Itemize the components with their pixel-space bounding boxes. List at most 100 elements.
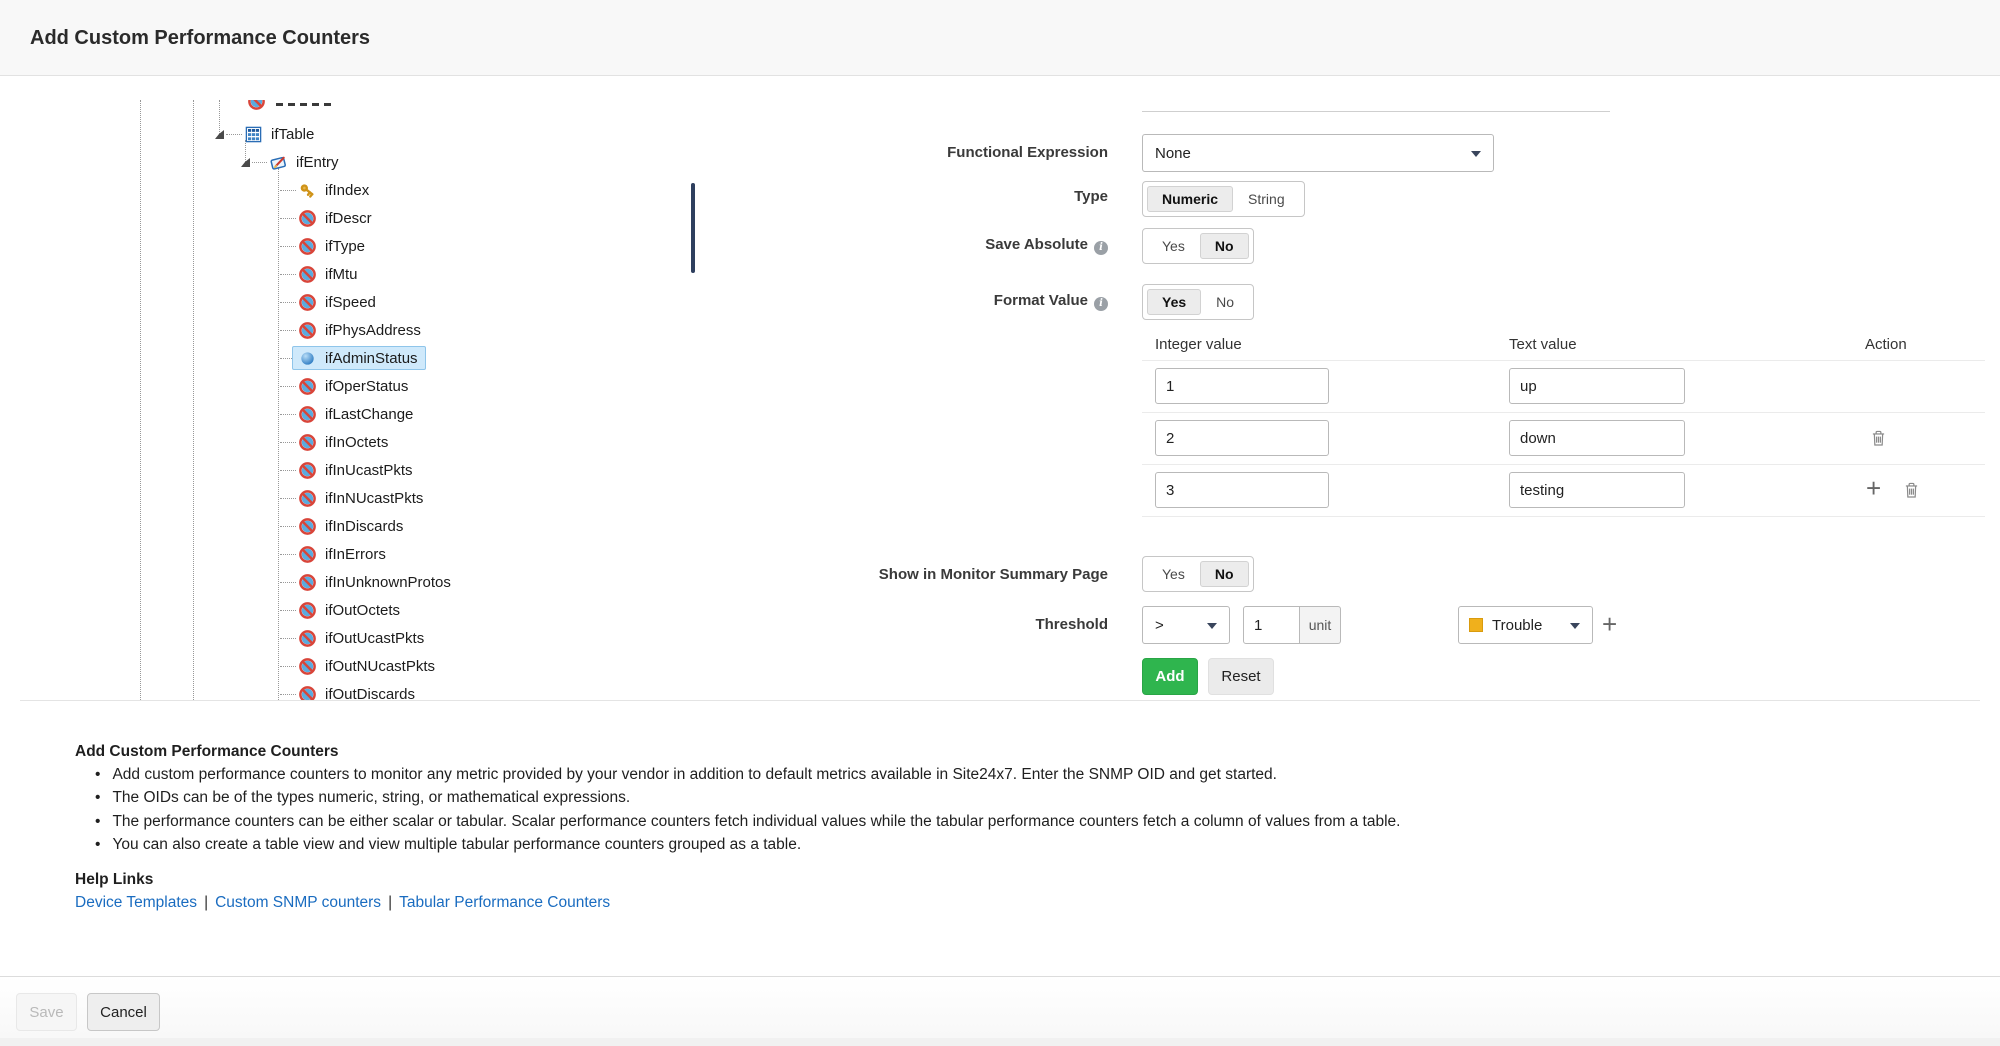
text-value-input[interactable] bbox=[1509, 420, 1685, 456]
tree-node[interactable]: ifTable bbox=[238, 122, 322, 146]
help-link-tabular-performance-counters[interactable]: Tabular Performance Counters bbox=[399, 894, 610, 911]
tree-item-ifinnucastpkts[interactable]: ifInNUcastPkts bbox=[0, 486, 690, 510]
tree-node[interactable]: ifIndex bbox=[292, 178, 377, 202]
show-in-monitor-toggle[interactable]: YesNo bbox=[1142, 556, 1254, 592]
help-link-device-templates[interactable]: Device Templates bbox=[75, 894, 197, 911]
cancel-button[interactable]: Cancel bbox=[87, 993, 160, 1031]
no-access-icon bbox=[298, 265, 317, 284]
add-threshold-icon[interactable]: + bbox=[1602, 614, 1617, 634]
info-icon[interactable]: i bbox=[1094, 297, 1108, 311]
key-icon bbox=[298, 181, 317, 200]
link-separator: | bbox=[388, 894, 392, 911]
tree-node[interactable]: ifOutUcastPkts bbox=[292, 626, 432, 650]
tree-node[interactable]: ifInNUcastPkts bbox=[292, 486, 431, 510]
bottom-strip bbox=[0, 1038, 2000, 1046]
tree-item-clipped-top[interactable] bbox=[0, 100, 690, 114]
tree-node[interactable]: ifInOctets bbox=[292, 430, 396, 454]
format-value-toggle[interactable]: YesNo bbox=[1142, 284, 1254, 320]
tree-node[interactable]: ifDescr bbox=[292, 206, 380, 230]
tree-item-ifadminstatus[interactable]: ifAdminStatus bbox=[0, 346, 690, 370]
trouble-color-swatch bbox=[1469, 618, 1483, 632]
toggle-option-yes[interactable]: Yes bbox=[1147, 233, 1200, 259]
toggle-option-numeric[interactable]: Numeric bbox=[1147, 186, 1233, 212]
integer-value-input[interactable] bbox=[1155, 420, 1329, 456]
tree-node[interactable]: ifOutOctets bbox=[292, 598, 408, 622]
text-value-input[interactable] bbox=[1509, 472, 1685, 508]
tree-node[interactable]: ifLastChange bbox=[292, 402, 421, 426]
tree-node[interactable]: ifOutDiscards bbox=[292, 682, 423, 701]
tree-item-ifinoctets[interactable]: ifInOctets bbox=[0, 430, 690, 454]
tree-node[interactable]: ifMtu bbox=[292, 262, 366, 286]
tree-item-ifindiscards[interactable]: ifInDiscards bbox=[0, 514, 690, 538]
tree-node[interactable]: ifOperStatus bbox=[292, 374, 416, 398]
add-button[interactable]: Add bbox=[1142, 658, 1198, 695]
tree-item-label: ifOperStatus bbox=[325, 378, 408, 395]
threshold-value-input[interactable] bbox=[1243, 606, 1300, 644]
show-in-monitor-label-text: Show in Monitor Summary Page bbox=[879, 566, 1108, 583]
tree-item-ifinerrors[interactable]: ifInErrors bbox=[0, 542, 690, 566]
toggle-option-no[interactable]: No bbox=[1200, 561, 1249, 587]
tree-node[interactable]: ifInErrors bbox=[292, 542, 394, 566]
reset-button[interactable]: Reset bbox=[1208, 658, 1274, 695]
tree-item-iftable[interactable]: ifTable bbox=[0, 122, 690, 146]
threshold-severity-dropdown[interactable]: Trouble bbox=[1458, 606, 1593, 644]
tree-node-selected[interactable]: ifAdminStatus bbox=[292, 346, 426, 370]
tree-item-ifdescr[interactable]: ifDescr bbox=[0, 206, 690, 230]
tree-item-ifoutucastpkts[interactable]: ifOutUcastPkts bbox=[0, 626, 690, 650]
tree-item-ifentry[interactable]: ifEntry bbox=[0, 150, 690, 174]
add-row-icon[interactable]: + bbox=[1866, 478, 1881, 498]
tree-item-ifphysaddress[interactable]: ifPhysAddress bbox=[0, 318, 690, 342]
tree-node[interactable]: ifPhysAddress bbox=[292, 318, 429, 342]
chevron-down-icon bbox=[1207, 623, 1217, 629]
chevron-down-icon bbox=[1471, 151, 1481, 157]
tree-node[interactable]: ifSpeed bbox=[292, 290, 384, 314]
tree-item-ifoutoctets[interactable]: ifOutOctets bbox=[0, 598, 690, 622]
tree-node[interactable]: ifInDiscards bbox=[292, 514, 411, 538]
delete-row-icon[interactable] bbox=[1871, 429, 1886, 452]
integer-value-input[interactable] bbox=[1155, 368, 1329, 404]
tree-expander-icon[interactable] bbox=[215, 130, 224, 139]
help-link-custom-snmp-counters[interactable]: Custom SNMP counters bbox=[215, 894, 381, 911]
tree-item-ifmtu[interactable]: ifMtu bbox=[0, 262, 690, 286]
no-access-icon bbox=[298, 433, 317, 452]
functional-expression-dropdown[interactable]: None bbox=[1142, 134, 1494, 172]
toggle-option-yes[interactable]: Yes bbox=[1147, 289, 1201, 315]
tree-item-label: ifSpeed bbox=[325, 294, 376, 311]
table-icon bbox=[244, 125, 263, 144]
help-bullet: Add custom performance counters to monit… bbox=[95, 766, 1277, 784]
toggle-option-string[interactable]: String bbox=[1233, 186, 1300, 212]
tree-item-ifoperstatus[interactable]: ifOperStatus bbox=[0, 374, 690, 398]
toggle-option-no[interactable]: No bbox=[1200, 233, 1249, 259]
no-access-icon bbox=[298, 601, 317, 620]
tree-item-iflastchange[interactable]: ifLastChange bbox=[0, 402, 690, 426]
integer-value-input[interactable] bbox=[1155, 472, 1329, 508]
tree-scrollbar-thumb[interactable] bbox=[691, 183, 695, 273]
tree-item-ifindex[interactable]: ifIndex bbox=[0, 178, 690, 202]
tree-node[interactable]: ifInUnknownProtos bbox=[292, 570, 459, 594]
type-toggle[interactable]: NumericString bbox=[1142, 181, 1305, 217]
tree-item-ifoutnucastpkts[interactable]: ifOutNUcastPkts bbox=[0, 654, 690, 678]
threshold-operator-dropdown[interactable]: > bbox=[1142, 606, 1230, 644]
chevron-down-icon bbox=[1570, 623, 1580, 629]
tree-item-ifinunknownprotos[interactable]: ifInUnknownProtos bbox=[0, 570, 690, 594]
tree-item-ifspeed[interactable]: ifSpeed bbox=[0, 290, 690, 314]
tree-node[interactable]: ifType bbox=[292, 234, 373, 258]
tree-item-ifoutdiscards[interactable]: ifOutDiscards bbox=[0, 682, 690, 701]
tree-node[interactable]: ifEntry bbox=[263, 150, 347, 174]
tree-node[interactable]: ifInUcastPkts bbox=[292, 458, 421, 482]
save-absolute-toggle[interactable]: YesNo bbox=[1142, 228, 1254, 264]
text-value-input[interactable] bbox=[1509, 368, 1685, 404]
type-label-text: Type bbox=[1074, 188, 1108, 205]
toggle-option-no[interactable]: No bbox=[1201, 289, 1249, 315]
tree-item-ifinucastpkts[interactable]: ifInUcastPkts bbox=[0, 458, 690, 482]
tree-item-iftype[interactable]: ifType bbox=[0, 234, 690, 258]
tree-item-label: ifAdminStatus bbox=[325, 350, 418, 367]
add-custom-performance-counters-dialog: Add Custom Performance Counters ifTablei… bbox=[0, 0, 2000, 1046]
save-button[interactable]: Save bbox=[16, 993, 77, 1031]
tree-node[interactable]: ifOutNUcastPkts bbox=[292, 654, 443, 678]
toggle-option-yes[interactable]: Yes bbox=[1147, 561, 1200, 587]
tree-expander-icon[interactable] bbox=[241, 158, 250, 167]
delete-row-icon[interactable] bbox=[1904, 481, 1919, 504]
table-separator bbox=[1142, 464, 1985, 465]
info-icon[interactable]: i bbox=[1094, 241, 1108, 255]
